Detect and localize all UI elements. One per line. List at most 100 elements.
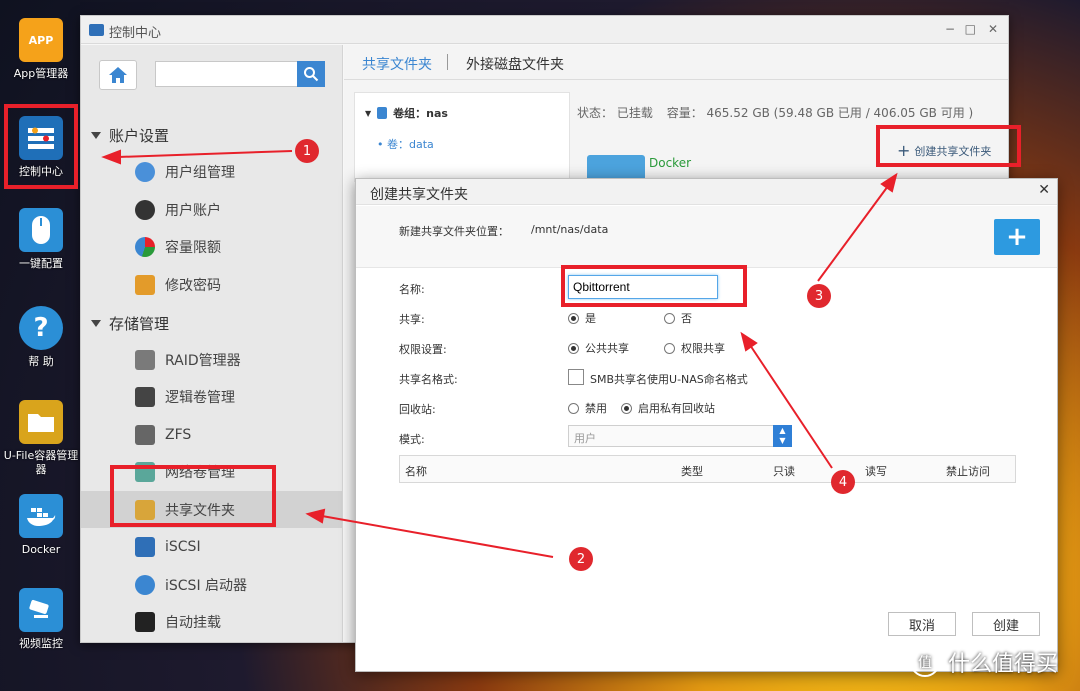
recycle-bin-label: 回收站: — [399, 403, 436, 416]
ufile-label: U-File容器管理器 — [3, 449, 79, 476]
annotation-badge-3: 3 — [807, 284, 831, 308]
quick-config-label: 一键配置 — [19, 257, 63, 270]
annotation-badge-1: 1 — [295, 139, 319, 163]
home-button[interactable] — [99, 60, 137, 90]
sidebar-item-label: 容量限额 — [165, 239, 221, 256]
sidebar-item-label: 修改密码 — [165, 277, 221, 294]
sidebar-item-label: RAID管理器 — [165, 352, 241, 369]
status-value: 已挂载 — [616, 106, 653, 120]
column-deny-access[interactable]: 禁止访问 — [946, 463, 990, 479]
logical-volume-icon — [135, 386, 155, 407]
naming-format-option: SMB共享名使用U-NAS命名格式 — [590, 373, 748, 386]
create-button[interactable]: 创建 — [972, 612, 1040, 636]
naming-format-label: 共享名格式: — [399, 373, 458, 386]
recycle-disable-radio[interactable]: 禁用 — [568, 400, 607, 416]
sidebar-item-label: iSCSI — [165, 538, 201, 555]
radio-selected-icon — [621, 402, 632, 414]
share-yes-radio[interactable]: 是 — [568, 310, 596, 326]
docker-whale-icon — [19, 494, 63, 538]
column-type[interactable]: 类型 — [681, 463, 703, 479]
dialog-titlebar[interactable]: 创建共享文件夹 ✕ — [356, 179, 1057, 205]
highlight-shared-folder — [110, 465, 276, 527]
volume-group-label: 卷组：nas — [393, 107, 448, 120]
search-icon — [304, 67, 319, 82]
highlight-name-input — [561, 265, 747, 307]
watermark: 值 什么值得买 — [910, 646, 1058, 678]
column-read-only[interactable]: 只读 — [773, 463, 795, 479]
help-shortcut[interactable]: ? 帮 助 — [0, 306, 82, 369]
column-read-write[interactable]: 读写 — [865, 463, 887, 479]
create-share-dialog: 创建共享文件夹 ✕ 新建共享文件夹位置： /mnt/nas/data + 名称:… — [355, 178, 1058, 672]
tab-shared-folders[interactable]: 共享文件夹 — [362, 54, 432, 74]
cancel-button[interactable]: 取消 — [888, 612, 956, 636]
ufile-shortcut[interactable]: U-File容器管理器 — [0, 400, 82, 477]
mode-select[interactable]: 用户 ▲ ▼ — [568, 425, 792, 447]
sidebar-item-label: iSCSI 启动器 — [165, 577, 248, 594]
sidebar-item-lvm[interactable]: 逻辑卷管理 — [81, 378, 342, 415]
tab-divider — [447, 54, 448, 70]
updown-arrow-icon: ▲ ▼ — [773, 425, 792, 447]
sidebar-item-zfs[interactable]: ZFS — [81, 416, 342, 453]
naming-format-checkbox[interactable] — [568, 369, 584, 385]
sidebar-item-label: 逻辑卷管理 — [165, 389, 235, 406]
camera-icon — [19, 588, 63, 632]
sidebar-item-iscsi-initiator[interactable]: iSCSI 启动器 — [81, 566, 342, 603]
account-section-header[interactable]: 账户设置 — [91, 125, 169, 146]
sidebar-item-change-password[interactable]: 修改密码 — [81, 266, 342, 303]
tab-external-disk-folders[interactable]: 外接磁盘文件夹 — [466, 54, 564, 74]
sidebar-item-auto-mount[interactable]: 自动挂载 — [81, 603, 342, 640]
dialog-title: 创建共享文件夹 — [370, 187, 468, 203]
public-share-radio[interactable]: 公共共享 — [568, 340, 629, 356]
dialog-close-icon[interactable]: ✕ — [1038, 182, 1050, 198]
folder-icon — [19, 400, 63, 444]
recycle-disable-label: 禁用 — [585, 402, 607, 415]
share-no-label: 否 — [681, 312, 692, 325]
location-header: 新建共享文件夹位置： /mnt/nas/data — [356, 206, 1057, 268]
permission-table-header: 名称 类型 只读 读写 禁止访问 — [399, 455, 1016, 483]
search-button[interactable] — [297, 61, 325, 87]
storage-section-header[interactable]: 存储管理 — [91, 313, 169, 334]
app-manager-shortcut[interactable]: APP App管理器 — [0, 18, 82, 81]
maximize-button[interactable]: □ — [965, 22, 976, 36]
account-section-title: 账户设置 — [109, 127, 170, 145]
recycle-private-radio[interactable]: 启用私有回收站 — [621, 400, 715, 416]
user-icon — [135, 199, 155, 220]
docker-folder-name[interactable]: Docker — [649, 156, 691, 170]
window-titlebar[interactable]: 控制中心 − □ ✕ — [81, 16, 1008, 44]
restricted-share-radio[interactable]: 权限共享 — [664, 340, 725, 356]
sidebar-item-user-accounts[interactable]: 用户账户 — [81, 191, 342, 228]
collapse-triangle-icon — [91, 320, 101, 327]
home-icon — [109, 67, 127, 83]
minimize-button[interactable]: − — [945, 22, 955, 36]
sidebar-item-raid[interactable]: RAID管理器 — [81, 341, 342, 378]
app-manager-label: App管理器 — [13, 67, 69, 80]
database-icon — [377, 107, 388, 119]
share-label: 共享: — [399, 313, 425, 326]
highlight-create-share — [876, 125, 1021, 167]
video-surveillance-shortcut[interactable]: 视频监控 — [0, 588, 82, 651]
mode-label: 模式: — [399, 433, 425, 446]
window-close-button[interactable]: ✕ — [988, 22, 998, 36]
volume-tree: ▼ 卷组：nas • 卷：data — [354, 92, 570, 182]
status-label: 状态： — [577, 106, 614, 120]
volume-group-node[interactable]: ▼ 卷组：nas — [365, 105, 448, 121]
help-label: 帮 助 — [28, 355, 54, 368]
app-manager-icon: APP — [19, 18, 63, 62]
volume-node[interactable]: • 卷：data — [377, 136, 434, 152]
volume-bullet-icon: • — [377, 138, 387, 151]
sidebar-search-input[interactable] — [155, 61, 297, 87]
new-folder-icon: + — [994, 219, 1040, 255]
share-no-radio[interactable]: 否 — [664, 310, 692, 326]
sidebar-item-label: 自动挂载 — [165, 614, 221, 631]
share-yes-label: 是 — [585, 312, 596, 325]
volume-status: 状态： 已挂载 容量： 465.52 GB (59.48 GB 已用 / 406… — [577, 104, 973, 121]
raid-disk-icon — [135, 349, 155, 370]
docker-shortcut[interactable]: Docker — [0, 494, 82, 557]
storage-section-title: 存储管理 — [109, 315, 170, 333]
quick-config-shortcut[interactable]: 一键配置 — [0, 208, 82, 271]
sidebar-item-iscsi[interactable]: iSCSI — [81, 528, 342, 565]
sidebar-item-quota[interactable]: 容量限额 — [81, 228, 342, 265]
help-icon: ? — [19, 306, 63, 350]
column-name[interactable]: 名称 — [405, 463, 427, 479]
highlight-control-center — [4, 104, 78, 189]
